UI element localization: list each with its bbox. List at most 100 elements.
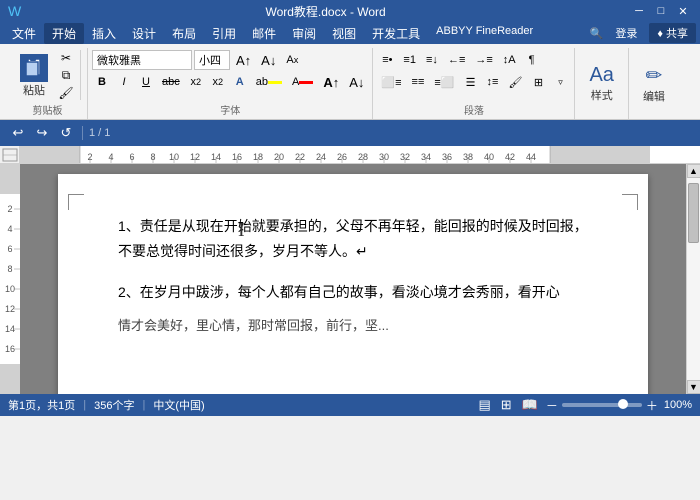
shrink-font-button[interactable]: A↓ xyxy=(257,50,280,70)
repeat-button[interactable]: ↺ xyxy=(56,123,76,143)
clear-format-button[interactable]: Ax xyxy=(282,50,302,70)
increase-indent-button[interactable]: →≡ xyxy=(471,50,496,70)
align-left-button[interactable]: ⬜≡ xyxy=(377,72,405,92)
subscript-button[interactable]: x2 xyxy=(186,72,206,92)
menu-mailings[interactable]: 邮件 xyxy=(244,23,284,44)
editing-group: ✏ 编辑 xyxy=(629,48,679,119)
font-color-up-button[interactable]: A↑ xyxy=(319,72,343,92)
editing-button[interactable]: ✏ 编辑 xyxy=(635,59,673,108)
minimize-button[interactable]: ─ xyxy=(630,3,648,19)
menu-file[interactable]: 文件 xyxy=(4,23,44,44)
svg-text:12: 12 xyxy=(5,304,15,314)
bullets-button[interactable]: ≡• xyxy=(377,50,397,70)
window-controls: ─ □ ✕ xyxy=(630,3,692,19)
svg-text:4: 4 xyxy=(7,224,12,234)
view-btn-1[interactable]: ▤ xyxy=(476,397,492,413)
font-name-dropdown[interactable]: 微软雅黑 xyxy=(92,50,192,70)
undo-button[interactable]: ↩ xyxy=(8,123,28,143)
paste-button[interactable]: 粘贴 xyxy=(16,52,52,100)
line-spacing-button[interactable]: ↕≡ xyxy=(483,72,503,92)
multilevel-button[interactable]: ≡↓ xyxy=(422,50,442,70)
font-size-dropdown[interactable]: 小四 xyxy=(194,50,230,70)
menu-references[interactable]: 引用 xyxy=(204,23,244,44)
document-page[interactable]: I 1、责任是从现在开始就要承担的，父母不再年轻，能回报的时候及时回报，不要总觉… xyxy=(58,174,648,394)
scroll-track[interactable] xyxy=(687,178,700,380)
svg-text:10: 10 xyxy=(5,284,15,294)
close-button[interactable]: ✕ xyxy=(674,3,692,19)
zoom-plus[interactable]: ＋ xyxy=(646,397,658,414)
document-scroll[interactable]: I 1、责任是从现在开始就要承担的，父母不再年轻，能回报的时候及时回报，不要总觉… xyxy=(20,164,686,394)
paragraph-controls: ≡• ≡1 ≡↓ ←≡ →≡ ↕A ¶ ⬜≡ ≡≡ ≡⬜ ☰ ↕≡ 🖌 ⊞ ▿ xyxy=(377,50,570,100)
zoom-slider[interactable] xyxy=(562,403,642,407)
menu-abbyy[interactable]: ABBYY FineReader xyxy=(428,23,541,44)
paragraph-2[interactable]: 2、在岁月中跋涉，每个人都有自己的故事，看淡心境才会秀丽，看开心 xyxy=(118,280,588,305)
document-content[interactable]: 1、责任是从现在开始就要承担的，父母不再年轻，能回报的时候及时回报，不要总觉得时… xyxy=(118,214,588,337)
zoom-minus[interactable]: － xyxy=(546,397,558,414)
numbering-button[interactable]: ≡1 xyxy=(399,50,420,70)
bold-button[interactable]: B xyxy=(92,72,112,92)
maximize-button[interactable]: □ xyxy=(652,3,670,19)
scroll-down-arrow[interactable]: ▼ xyxy=(687,380,700,394)
status-sep2: | xyxy=(142,399,145,411)
paste-area: 粘贴 xyxy=(12,50,56,100)
copy-button[interactable]: ⧉ xyxy=(56,67,76,84)
scroll-thumb[interactable] xyxy=(688,183,699,243)
highlight-color-button[interactable]: ab xyxy=(252,72,286,92)
menu-home[interactable]: 开始 xyxy=(44,23,84,44)
view-btn-3[interactable]: 📖 xyxy=(520,397,540,413)
borders-button[interactable]: ⊞ xyxy=(528,72,548,92)
justify-button[interactable]: ☰ xyxy=(461,72,481,92)
decrease-indent-button[interactable]: ←≡ xyxy=(444,50,469,70)
vertical-ruler: 2 4 6 8 10 12 14 16 xyxy=(0,164,20,394)
menu-items: 文件 开始 插入 设计 布局 引用 邮件 审阅 视图 开发工具 ABBYY Fi… xyxy=(4,23,541,44)
title-bar: W Word教程.docx - Word ─ □ ✕ xyxy=(0,0,700,22)
redo-button[interactable]: ↪ xyxy=(32,123,52,143)
grow-font-button[interactable]: A↑ xyxy=(232,50,255,70)
text-cursor: I xyxy=(238,219,245,242)
text-effects-button[interactable]: A xyxy=(230,72,250,92)
svg-text:16: 16 xyxy=(5,344,15,354)
share-button[interactable]: ♦ 共享 xyxy=(649,23,696,43)
styles-button[interactable]: Aa 样式 xyxy=(581,60,621,107)
menu-layout[interactable]: 布局 xyxy=(164,23,204,44)
vertical-ruler-svg: 2 4 6 8 10 12 14 16 xyxy=(0,164,20,394)
paragraph-2-text: 2、在岁月中跋涉，每个人都有自己的故事，看淡心境才会秀丽，看开心 xyxy=(118,284,560,300)
underline-button[interactable]: U xyxy=(136,72,156,92)
vertical-scrollbar[interactable]: ▲ ▼ xyxy=(686,164,700,394)
paragraph-1[interactable]: 1、责任是从现在开始就要承担的，父母不再年轻，能回报的时候及时回报，不要总觉得时… xyxy=(118,214,588,264)
format-painter-button[interactable]: 🖌 xyxy=(56,85,76,101)
superscript-button[interactable]: x2 xyxy=(208,72,228,92)
scroll-up-arrow[interactable]: ▲ xyxy=(687,164,700,178)
font-size-down-button[interactable]: A↓ xyxy=(345,72,368,92)
page-info: 第1页，共1页 xyxy=(8,397,75,413)
menu-review[interactable]: 审阅 xyxy=(284,23,324,44)
document-area: 2 4 6 8 10 12 14 16 I 1、责 xyxy=(0,164,700,394)
zoom-slider-thumb[interactable] xyxy=(618,399,628,409)
align-center-button[interactable]: ≡≡ xyxy=(408,72,429,92)
ruler-corner[interactable] xyxy=(0,146,20,163)
clipboard-group: 粘贴 ✂ ⧉ 🖌 剪贴板 xyxy=(8,48,88,119)
status-bar: 第1页，共1页 | 356个字 | 中文(中国) ▤ ⊞ 📖 － ＋ 100% xyxy=(0,394,700,416)
status-right-controls: ▤ ⊞ 📖 － ＋ 100% xyxy=(476,397,692,414)
align-right-button[interactable]: ≡⬜ xyxy=(430,72,458,92)
sort-button[interactable]: ↕A xyxy=(499,50,520,70)
menu-insert[interactable]: 插入 xyxy=(84,23,124,44)
italic-button[interactable]: I xyxy=(114,72,134,92)
zoom-level[interactable]: 100% xyxy=(664,399,692,411)
paragraph-group: ≡• ≡1 ≡↓ ←≡ →≡ ↕A ¶ ⬜≡ ≡≡ ≡⬜ ☰ ↕≡ 🖌 ⊞ ▿ xyxy=(373,48,575,119)
strikethrough-button[interactable]: abc xyxy=(158,72,184,92)
font-color-button[interactable]: A xyxy=(288,72,317,92)
cut-button[interactable]: ✂ xyxy=(56,50,76,66)
menu-developer[interactable]: 开发工具 xyxy=(364,23,428,44)
login-button[interactable]: 登录 xyxy=(609,24,643,42)
para-expand-button[interactable]: ▿ xyxy=(550,72,570,92)
svg-text:14: 14 xyxy=(5,324,15,334)
menu-design[interactable]: 设计 xyxy=(124,23,164,44)
ribbon: 粘贴 ✂ ⧉ 🖌 剪贴板 微软雅黑 小四 A↑ A↓ Ax xyxy=(0,44,700,120)
shading-button[interactable]: 🖌 xyxy=(505,72,527,92)
show-formatting-button[interactable]: ¶ xyxy=(522,50,542,70)
view-btn-2[interactable]: ⊞ xyxy=(499,397,514,413)
menu-view[interactable]: 视图 xyxy=(324,23,364,44)
font-row2: B I U abc x2 x2 A ab A A↑ A↓ xyxy=(92,72,368,92)
zoom-control[interactable]: － ＋ xyxy=(546,397,658,414)
